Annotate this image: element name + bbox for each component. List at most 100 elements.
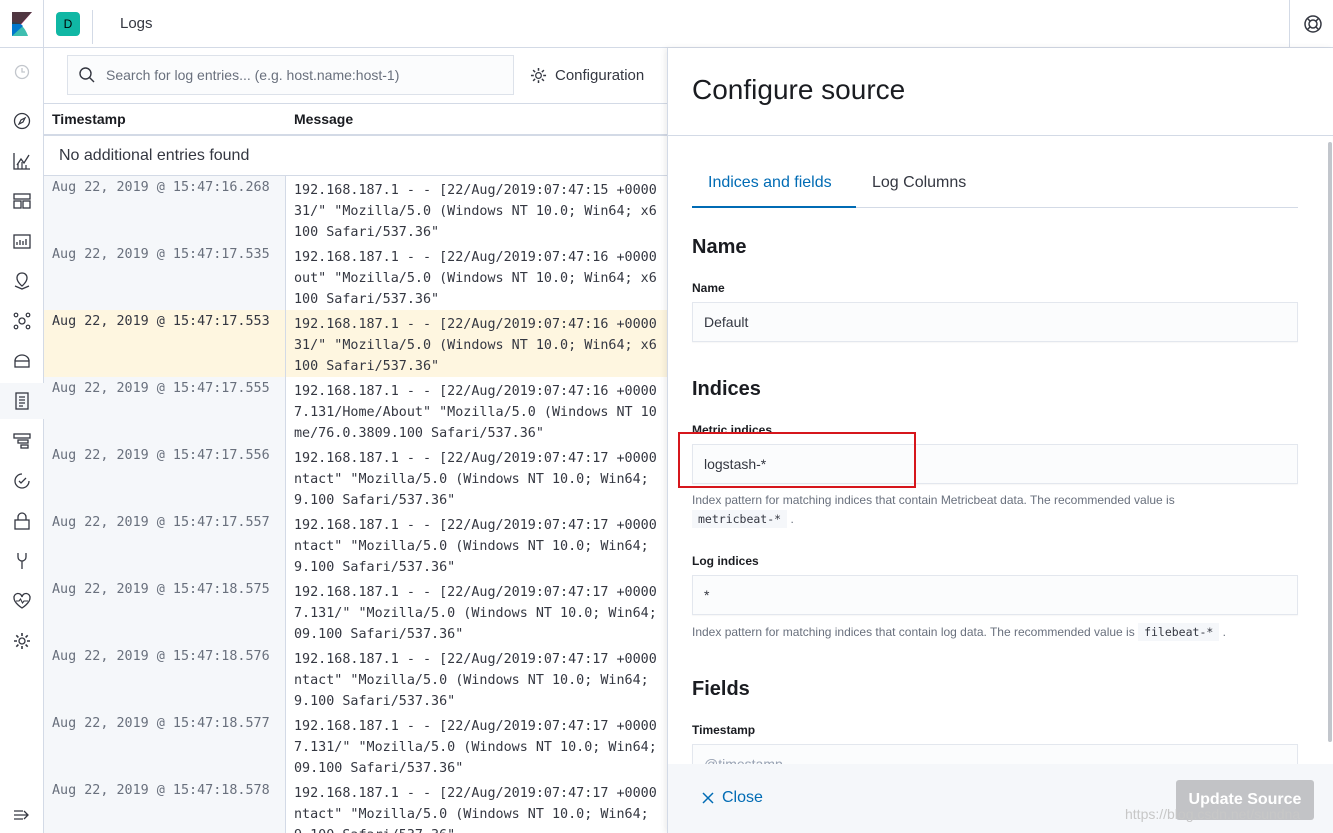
log-row[interactable]: Aug 22, 2019 @ 15:47:18.575 192.168.187.1… bbox=[44, 578, 668, 645]
nav-infrastructure[interactable] bbox=[0, 343, 44, 379]
nav-apm[interactable] bbox=[0, 423, 44, 459]
metric-indices-input[interactable] bbox=[704, 445, 1284, 483]
logs-toolbar: Configuration bbox=[44, 48, 668, 104]
metric-indices-help: Index pattern for matching indices that … bbox=[692, 491, 1252, 529]
kibana-logo[interactable] bbox=[0, 0, 44, 48]
log-row[interactable]: Aug 22, 2019 @ 15:47:18.578 192.168.187.1… bbox=[44, 779, 668, 833]
column-header-message[interactable]: Message bbox=[294, 111, 353, 127]
nav-management[interactable] bbox=[0, 623, 44, 659]
kibana-logo-icon bbox=[12, 12, 32, 36]
metric-indices-field[interactable] bbox=[692, 444, 1298, 484]
log-search-box[interactable] bbox=[67, 55, 514, 95]
flyout-title: Configure source bbox=[692, 74, 906, 105]
log-timestamp: Aug 22, 2019 @ 15:47:18.575 bbox=[44, 578, 286, 645]
log-message-line: 192.168.187.1 - - [22/Aug/2019:07:47:16 … bbox=[294, 250, 657, 265]
log-row[interactable]: Aug 22, 2019 @ 15:47:17.556 192.168.187.1… bbox=[44, 444, 668, 511]
tab-log-columns[interactable]: Log Columns bbox=[872, 174, 966, 192]
nav-maps[interactable] bbox=[0, 263, 44, 299]
nav-collapse[interactable] bbox=[0, 797, 44, 833]
name-input[interactable] bbox=[704, 303, 1284, 341]
log-row[interactable]: Aug 22, 2019 @ 15:47:17.557 192.168.187.1… bbox=[44, 511, 668, 578]
log-message-line: 7.131/Home/About" "Mozilla/5.0 (Windows … bbox=[294, 405, 657, 420]
log-row[interactable]: Aug 22, 2019 @ 15:47:17.535 192.168.187.1… bbox=[44, 243, 668, 310]
infrastructure-icon bbox=[14, 354, 30, 368]
help-icon[interactable] bbox=[1303, 14, 1323, 39]
log-search-input[interactable] bbox=[106, 56, 506, 94]
column-header-timestamp[interactable]: Timestamp bbox=[52, 111, 126, 127]
log-message-line: 09.100 Safari/537.36" bbox=[294, 761, 464, 776]
log-timestamp: Aug 22, 2019 @ 15:47:17.535 bbox=[44, 243, 286, 310]
log-message-line: 9.100 Safari/537.36" bbox=[294, 825, 668, 833]
log-message-line: 192.168.187.1 - - [22/Aug/2019:07:47:17 … bbox=[294, 652, 657, 667]
space-avatar[interactable]: D bbox=[56, 12, 80, 36]
log-message-line: 192.168.187.1 - - [22/Aug/2019:07:47:17 … bbox=[294, 518, 657, 533]
log-message-line: 192.168.187.1 - - [22/Aug/2019:07:47:17 … bbox=[294, 585, 657, 600]
log-row[interactable]: Aug 22, 2019 @ 15:47:17.553 192.168.187.1… bbox=[44, 310, 668, 377]
log-message-line: 100 Safari/537.36" bbox=[294, 359, 440, 374]
log-message: 192.168.187.1 - - [22/Aug/2019:07:47:17 … bbox=[286, 779, 668, 833]
metric-help-code: metricbeat-* bbox=[692, 510, 788, 528]
log-message-line: 192.168.187.1 - - [22/Aug/2019:07:47:16 … bbox=[294, 384, 657, 399]
log-row[interactable]: Aug 22, 2019 @ 15:47:16.268 192.168.187.1… bbox=[44, 176, 668, 243]
log-message-line: 192.168.187.1 - - [22/Aug/2019:07:47:15 … bbox=[294, 183, 657, 198]
close-label: Close bbox=[722, 789, 763, 806]
nav-recently-viewed[interactable] bbox=[0, 54, 44, 90]
log-rows: Aug 22, 2019 @ 15:47:16.268 192.168.187.1… bbox=[44, 176, 668, 833]
flyout-scrollbar[interactable] bbox=[1328, 142, 1332, 742]
log-message-line: 7.131/" "Mozilla/5.0 (Windows NT 10.0; W… bbox=[294, 606, 657, 621]
gear-icon bbox=[14, 633, 30, 649]
close-button[interactable]: Close bbox=[702, 789, 763, 807]
watermark: https://blog.csdn.net/sundna bbox=[1125, 806, 1301, 822]
log-help-suffix: . bbox=[1222, 625, 1226, 639]
log-message-line: ntact" "Mozilla/5.0 (Windows NT 10.0; Wi… bbox=[294, 472, 649, 487]
nav-discover[interactable] bbox=[0, 103, 44, 139]
configuration-button[interactable]: Configuration bbox=[530, 64, 644, 86]
flyout-tabs: Indices and fields Log Columns bbox=[692, 162, 1298, 208]
log-row[interactable]: Aug 22, 2019 @ 15:47:17.555 192.168.187.1… bbox=[44, 377, 668, 444]
log-timestamp: Aug 22, 2019 @ 15:47:17.556 bbox=[44, 444, 286, 511]
log-row[interactable]: Aug 22, 2019 @ 15:47:18.576 192.168.187.1… bbox=[44, 645, 668, 712]
log-message-line: me/76.0.3809.100 Safari/537.36" bbox=[294, 426, 544, 441]
log-row[interactable]: Aug 22, 2019 @ 15:47:18.577 192.168.187.1… bbox=[44, 712, 668, 779]
breadcrumb: Logs bbox=[120, 15, 153, 32]
log-table-header: Timestamp Message bbox=[44, 104, 668, 136]
log-message: 192.168.187.1 - - [22/Aug/2019:07:47:16 … bbox=[286, 310, 668, 377]
log-indices-field[interactable] bbox=[692, 575, 1298, 615]
nav-dev-tools[interactable] bbox=[0, 543, 44, 579]
log-message: 192.168.187.1 - - [22/Aug/2019:07:47:15 … bbox=[286, 176, 668, 243]
nav-uptime[interactable] bbox=[0, 463, 44, 499]
log-message-line: 9.100 Safari/537.36" bbox=[294, 493, 456, 508]
log-message-line: 192.168.187.1 - - [22/Aug/2019:07:47:17 … bbox=[294, 451, 657, 466]
log-timestamp: Aug 22, 2019 @ 15:47:16.268 bbox=[44, 176, 286, 243]
canvas-icon bbox=[13, 234, 31, 249]
selected-tab-indicator bbox=[692, 206, 856, 208]
nav-visualize[interactable] bbox=[0, 143, 44, 179]
tab-indices-and-fields[interactable]: Indices and fields bbox=[708, 174, 832, 192]
nav-canvas[interactable] bbox=[0, 223, 44, 259]
nav-stack-monitoring[interactable] bbox=[0, 583, 44, 619]
log-timestamp: Aug 22, 2019 @ 15:47:17.555 bbox=[44, 377, 286, 444]
nav-machine-learning[interactable] bbox=[0, 303, 44, 339]
section-title-fields: Fields bbox=[692, 678, 750, 700]
log-message-line: 192.168.187.1 - - [22/Aug/2019:07:47:16 … bbox=[294, 317, 657, 332]
nav-logs[interactable] bbox=[0, 383, 44, 419]
name-field-label: Name bbox=[692, 281, 725, 295]
log-message: 192.168.187.1 - - [22/Aug/2019:07:47:17 … bbox=[286, 578, 668, 645]
configuration-label: Configuration bbox=[555, 66, 645, 84]
nav-siem[interactable] bbox=[0, 503, 44, 539]
log-help-text: Index pattern for matching indices that … bbox=[692, 625, 1135, 639]
clock-icon bbox=[14, 64, 30, 80]
name-field[interactable] bbox=[692, 302, 1298, 342]
chart-icon bbox=[13, 153, 30, 170]
log-indices-input[interactable] bbox=[704, 576, 1284, 614]
log-timestamp: Aug 22, 2019 @ 15:47:17.553 bbox=[44, 310, 286, 377]
log-message-line: ntact" "Mozilla/5.0 (Windows NT 10.0; Wi… bbox=[294, 673, 649, 688]
log-message-line: 9.100 Safari/537.36" bbox=[294, 560, 456, 575]
log-timestamp: Aug 22, 2019 @ 15:47:17.557 bbox=[44, 511, 286, 578]
top-header: D Logs bbox=[0, 0, 1333, 48]
nav-dashboard[interactable] bbox=[0, 183, 44, 219]
compass-icon bbox=[13, 112, 31, 130]
log-help-code: filebeat-* bbox=[1138, 623, 1220, 641]
log-message: 192.168.187.1 - - [22/Aug/2019:07:47:16 … bbox=[286, 377, 668, 444]
uptime-icon bbox=[14, 473, 30, 489]
